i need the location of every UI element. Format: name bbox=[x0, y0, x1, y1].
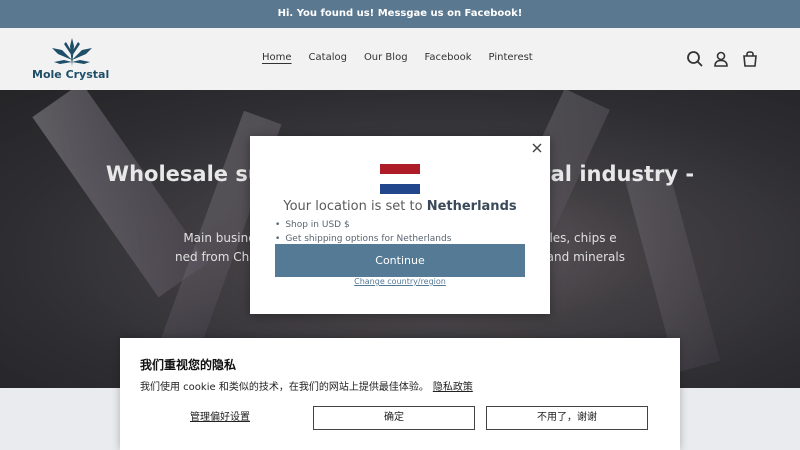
nav-our-blog[interactable]: Our Blog bbox=[364, 52, 408, 63]
modal-bullets: Shop in USD $ Get shipping options for N… bbox=[275, 218, 451, 246]
logo[interactable]: Mole Crystal bbox=[32, 36, 112, 84]
manage-preferences-link[interactable]: 管理偏好设置 bbox=[140, 406, 300, 430]
close-icon[interactable] bbox=[530, 141, 544, 155]
privacy-policy-link[interactable]: 隐私政策 bbox=[433, 382, 473, 393]
logo-text: Mole Crystal bbox=[32, 68, 110, 81]
nav-pinterest[interactable]: Pinterest bbox=[489, 52, 533, 63]
main-nav: Home Catalog Our Blog Facebook Pinterest bbox=[262, 52, 550, 63]
cookie-text: 我们使用 cookie 和类似的技术，在我们的网站上提供最佳体验。 bbox=[140, 382, 429, 393]
continue-button[interactable]: Continue bbox=[275, 244, 525, 277]
cookie-title: 我们重视您的隐私 bbox=[140, 358, 237, 372]
cookie-banner: 我们重视您的隐私 我们使用 cookie 和类似的技术，在我们的网站上提供最佳体… bbox=[120, 338, 680, 450]
modal-country: Netherlands bbox=[426, 199, 517, 214]
accept-button[interactable]: 确定 bbox=[313, 406, 475, 430]
change-country-link[interactable]: Change country/region bbox=[250, 277, 550, 286]
site-header: Mole Crystal Home Catalog Our Blog Faceb… bbox=[0, 28, 800, 90]
announcement-bar[interactable]: Hi. You found us! Messgae us on Facebook… bbox=[0, 0, 800, 28]
cart-icon[interactable] bbox=[741, 50, 759, 68]
nav-facebook[interactable]: Facebook bbox=[425, 52, 472, 63]
leaf-logo-icon bbox=[52, 38, 92, 66]
modal-title: Your location is set to Netherlands bbox=[250, 199, 550, 214]
modal-bullet-currency: Shop in USD $ bbox=[275, 218, 451, 232]
netherlands-flag-icon bbox=[380, 164, 420, 194]
search-icon[interactable] bbox=[686, 50, 704, 68]
location-modal: Your location is set to Netherlands Shop… bbox=[250, 136, 550, 314]
nav-catalog[interactable]: Catalog bbox=[309, 52, 347, 63]
nav-home[interactable]: Home bbox=[262, 52, 292, 63]
announcement-text[interactable]: Hi. You found us! Messgae us on Facebook… bbox=[278, 8, 523, 19]
decline-button[interactable]: 不用了，谢谢 bbox=[486, 406, 648, 430]
account-icon[interactable] bbox=[712, 50, 730, 68]
modal-title-prefix: Your location is set to bbox=[283, 199, 423, 214]
cookie-text-row: 我们使用 cookie 和类似的技术，在我们的网站上提供最佳体验。 隐私政策 bbox=[140, 378, 473, 393]
